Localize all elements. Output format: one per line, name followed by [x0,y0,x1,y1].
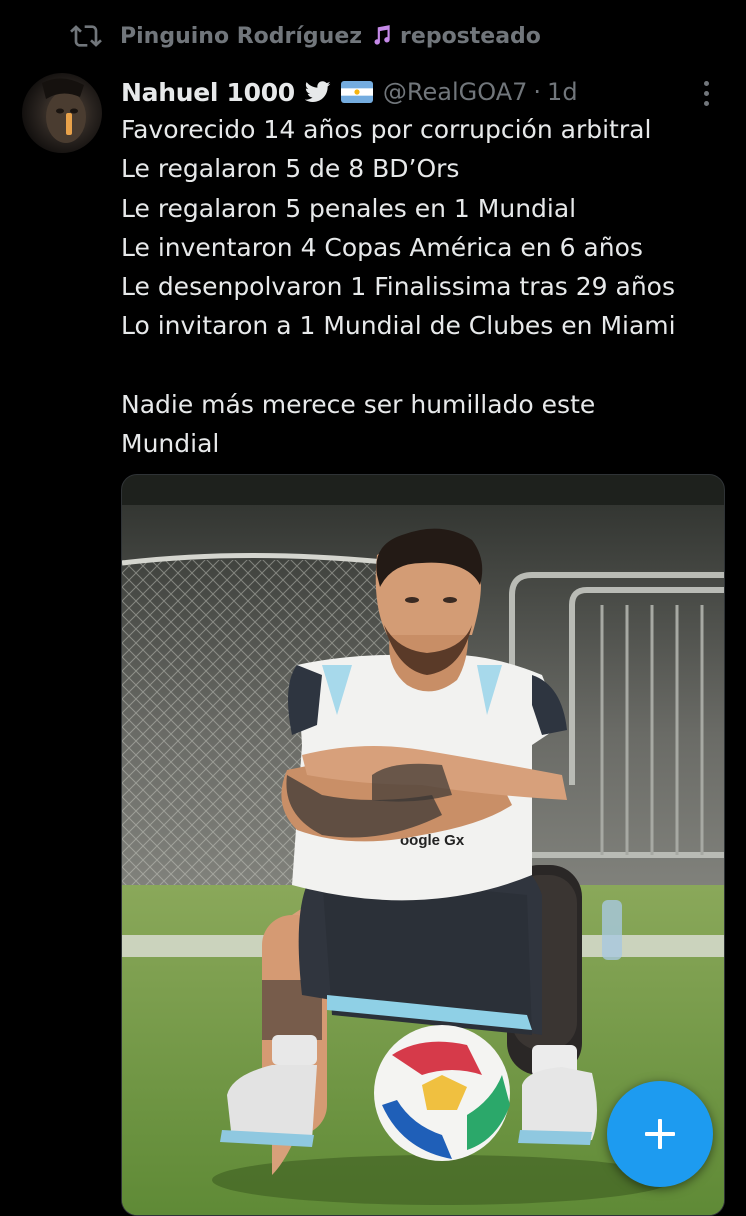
repost-icon [70,25,102,47]
twitter-bird-icon [304,81,331,102]
tweet-line: Nadie más merece ser humillado este [121,390,596,420]
tweet-line: Lo invitaron a 1 Mundial de Clubes en Mi… [121,311,676,341]
author-handle[interactable]: @RealGOA7 [383,78,528,106]
compose-button[interactable] [607,1081,713,1187]
more-options-icon[interactable] [694,76,718,110]
repost-user[interactable]: Pinguino Rodríguez [120,24,362,49]
musical-notes-icon [368,23,394,49]
author-name[interactable]: Nahuel 1000 [121,78,295,107]
tweet-line: Favorecido 14 años por corrupción arbitr… [121,115,652,144]
tweet-header: Nahuel 1000 @RealGOA7 · 1d [121,72,721,112]
argentina-flag-icon [340,81,373,103]
tweet-line: Le desenpolvaron 1 Finalissima tras 29 a… [121,272,676,302]
author-avatar[interactable] [22,73,102,153]
tweet-line: Le regalaron 5 de 8 BD’Ors [121,154,460,184]
repost-label: reposteado [400,23,541,49]
separator-dot: · [533,78,542,106]
tweet-line: Le inventaron 4 Copas América en 6 años [121,232,643,262]
tweet-line: Le regalaron 5 penales en 1 Mundial [121,193,577,223]
plus-icon [645,1119,675,1149]
tweet-time[interactable]: 1d [547,78,578,106]
tweet-line: Mundial [121,429,220,459]
repost-indicator[interactable]: Pinguino Rodríguez reposteado [70,20,541,52]
tweet-text: Favorecido 14 años por corrupción arbitr… [121,110,731,464]
